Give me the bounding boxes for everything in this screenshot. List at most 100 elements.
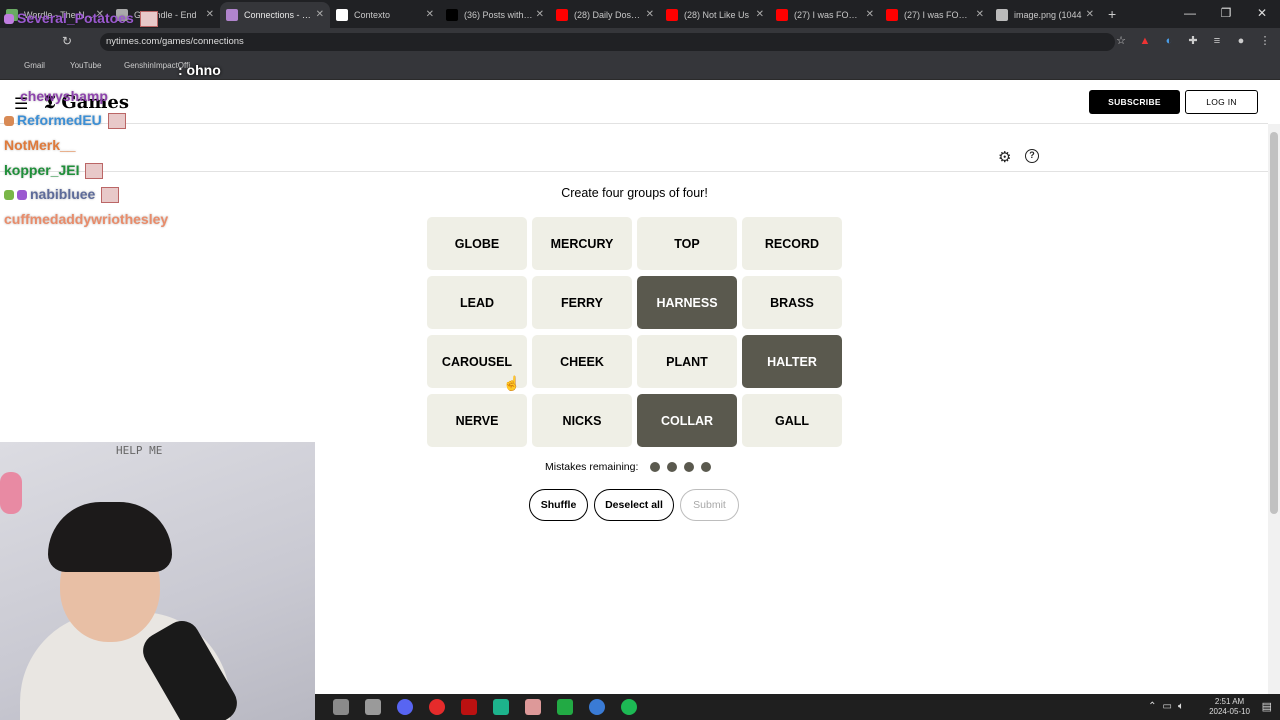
bookmark-star-icon[interactable]: ☆ (1114, 34, 1128, 48)
chat-message: : ohno (178, 62, 221, 78)
chat-badge-icon (4, 190, 14, 201)
webcam-overlay: HELP ME (0, 442, 315, 720)
tab-label: (28) Daily Dose of (574, 10, 644, 20)
word-card[interactable]: RECORD (742, 217, 842, 270)
menu-kebab-icon[interactable]: ⋮ (1258, 34, 1272, 48)
shuffle-button[interactable]: Shuffle (529, 489, 588, 521)
submit-button[interactable]: Submit (680, 489, 739, 521)
clock[interactable]: 2:51 AM 2024-05-10 (1209, 697, 1250, 717)
word-card[interactable]: BRASS (742, 276, 842, 329)
word-card[interactable]: PLANT (637, 335, 737, 388)
media-control-icon[interactable]: ≡ (1210, 34, 1224, 48)
chevron-up-icon[interactable]: ⌃ (1148, 701, 1156, 712)
mistake-dot (701, 462, 712, 472)
stream-chat-overlay: Several_Potatoes : ohno chewyshamp Refor… (0, 0, 320, 300)
word-card[interactable]: GLOBE (427, 217, 527, 270)
chrome-icon[interactable] (589, 699, 605, 715)
mistakes-remaining: Mistakes remaining: (545, 461, 712, 473)
browser-tab[interactable]: image.png (1044 ✕ (990, 2, 1100, 28)
tab-favicon-icon (666, 9, 678, 21)
browser-tab[interactable]: (27) I was FORCED✕ (770, 2, 880, 28)
restore-icon[interactable]: ❐ (1208, 0, 1244, 28)
tab-favicon-icon (446, 9, 458, 21)
emote-icon (85, 163, 104, 180)
word-card[interactable]: HARNESS (637, 276, 737, 329)
plush-toy (0, 472, 22, 514)
help-icon[interactable]: ? (1025, 149, 1039, 163)
chat-user: cuffmedaddywriothesley (4, 211, 169, 227)
word-card[interactable]: NERVE (427, 394, 527, 447)
word-card[interactable]: LEAD (427, 276, 527, 329)
deselect-all-button[interactable]: Deselect all (594, 489, 674, 521)
word-card[interactable]: HALTER (742, 335, 842, 388)
tab-close-icon[interactable]: ✕ (756, 9, 764, 20)
word-grid: GLOBE MERCURY TOP RECORD LEAD FERRY HARNESS BRA… (427, 217, 843, 447)
chat-user: Several_Potatoes (4, 10, 158, 28)
word-card[interactable]: FERRY (532, 276, 632, 329)
word-card[interactable]: TOP (637, 217, 737, 270)
tab-close-icon[interactable]: ✕ (426, 9, 434, 20)
tab-close-icon[interactable]: ✕ (866, 9, 874, 20)
pdf-extension-icon[interactable]: ▲ (1138, 34, 1152, 48)
login-button[interactable]: LOG IN (1185, 90, 1258, 114)
app-icon[interactable] (365, 699, 381, 715)
mistake-dot (667, 462, 678, 472)
app-icon[interactable] (525, 699, 541, 715)
tab-close-icon[interactable]: ✕ (536, 9, 544, 20)
minimize-icon[interactable]: — (1172, 0, 1208, 28)
tab-label: image.png (1044 (1014, 10, 1082, 20)
word-card[interactable]: CHEEK (532, 335, 632, 388)
emote-icon (107, 113, 126, 130)
tab-close-icon[interactable]: ✕ (646, 9, 654, 20)
browser-tab[interactable]: (28) Daily Dose of ✕ (550, 2, 660, 28)
notification-icon[interactable]: ▤ (1262, 700, 1272, 713)
app-icon[interactable] (557, 699, 573, 715)
subscribe-button[interactable]: SUBSCRIBE (1089, 90, 1180, 114)
mistake-dot (684, 462, 695, 472)
mistake-dot (650, 462, 661, 472)
chat-badge-icon (4, 14, 14, 25)
tab-favicon-icon (776, 9, 788, 21)
browser-tab[interactable]: (36) Posts with re ✕ (440, 2, 550, 28)
new-tab-button[interactable]: + (1100, 6, 1124, 28)
opera-icon[interactable] (429, 699, 445, 715)
app-icon[interactable] (333, 699, 349, 715)
word-card[interactable]: MERCURY (532, 217, 632, 270)
app-icon[interactable] (461, 699, 477, 715)
word-card[interactable]: COLLAR (637, 394, 737, 447)
tab-close-icon[interactable]: ✕ (976, 9, 984, 20)
translate-extension-icon[interactable]: ◐ (1162, 34, 1176, 48)
word-card[interactable]: GALL (742, 394, 842, 447)
word-card[interactable]: NICKS (532, 394, 632, 447)
browser-tab[interactable]: Contexto ✕ (330, 2, 440, 28)
spotify-icon[interactable] (621, 699, 637, 715)
gear-icon[interactable]: ⚙ (998, 148, 1011, 166)
browser-tab[interactable]: (28) Not Like Us ✕ (660, 2, 770, 28)
scrollbar-thumb[interactable] (1270, 132, 1278, 514)
extensions-icon[interactable]: ✚ (1186, 34, 1200, 48)
app-icon[interactable] (493, 699, 509, 715)
chat-username: Several_Potatoes (17, 10, 134, 26)
windows-taskbar: ⌃ ▭ 🔈︎ 2:51 AM 2024-05-10 ▤ (315, 694, 1280, 720)
browser-tab[interactable]: (27) I was FORCE ✕ (880, 2, 990, 28)
discord-icon[interactable] (397, 699, 413, 715)
streamer-hair (48, 502, 172, 572)
profile-icon[interactable]: ● (1234, 34, 1248, 48)
volume-icon[interactable]: 🔈︎ (1178, 701, 1184, 712)
chat-user: NotMerk__ (4, 137, 76, 153)
tab-close-icon[interactable]: ✕ (1086, 9, 1094, 20)
game-instructions: Create four groups of four! (561, 186, 708, 200)
tab-favicon-icon (336, 9, 348, 21)
mistakes-label: Mistakes remaining: (545, 461, 639, 473)
chat-user: nabibluee (4, 186, 120, 204)
chat-user: kopper_JEI (4, 162, 104, 180)
network-icon[interactable]: ▭ (1163, 701, 1172, 712)
system-tray: ⌃ ▭ 🔈︎ (1148, 701, 1184, 712)
page-scrollbar[interactable] (1268, 124, 1280, 694)
tab-label: Contexto (354, 10, 391, 20)
window-controls: — ❐ ✕ (1172, 0, 1280, 28)
hand-cursor-icon: ☝ (503, 375, 521, 391)
close-window-icon[interactable]: ✕ (1244, 0, 1280, 28)
chat-username: ReformedEU (17, 112, 102, 128)
chat-badge-icon (17, 190, 27, 201)
